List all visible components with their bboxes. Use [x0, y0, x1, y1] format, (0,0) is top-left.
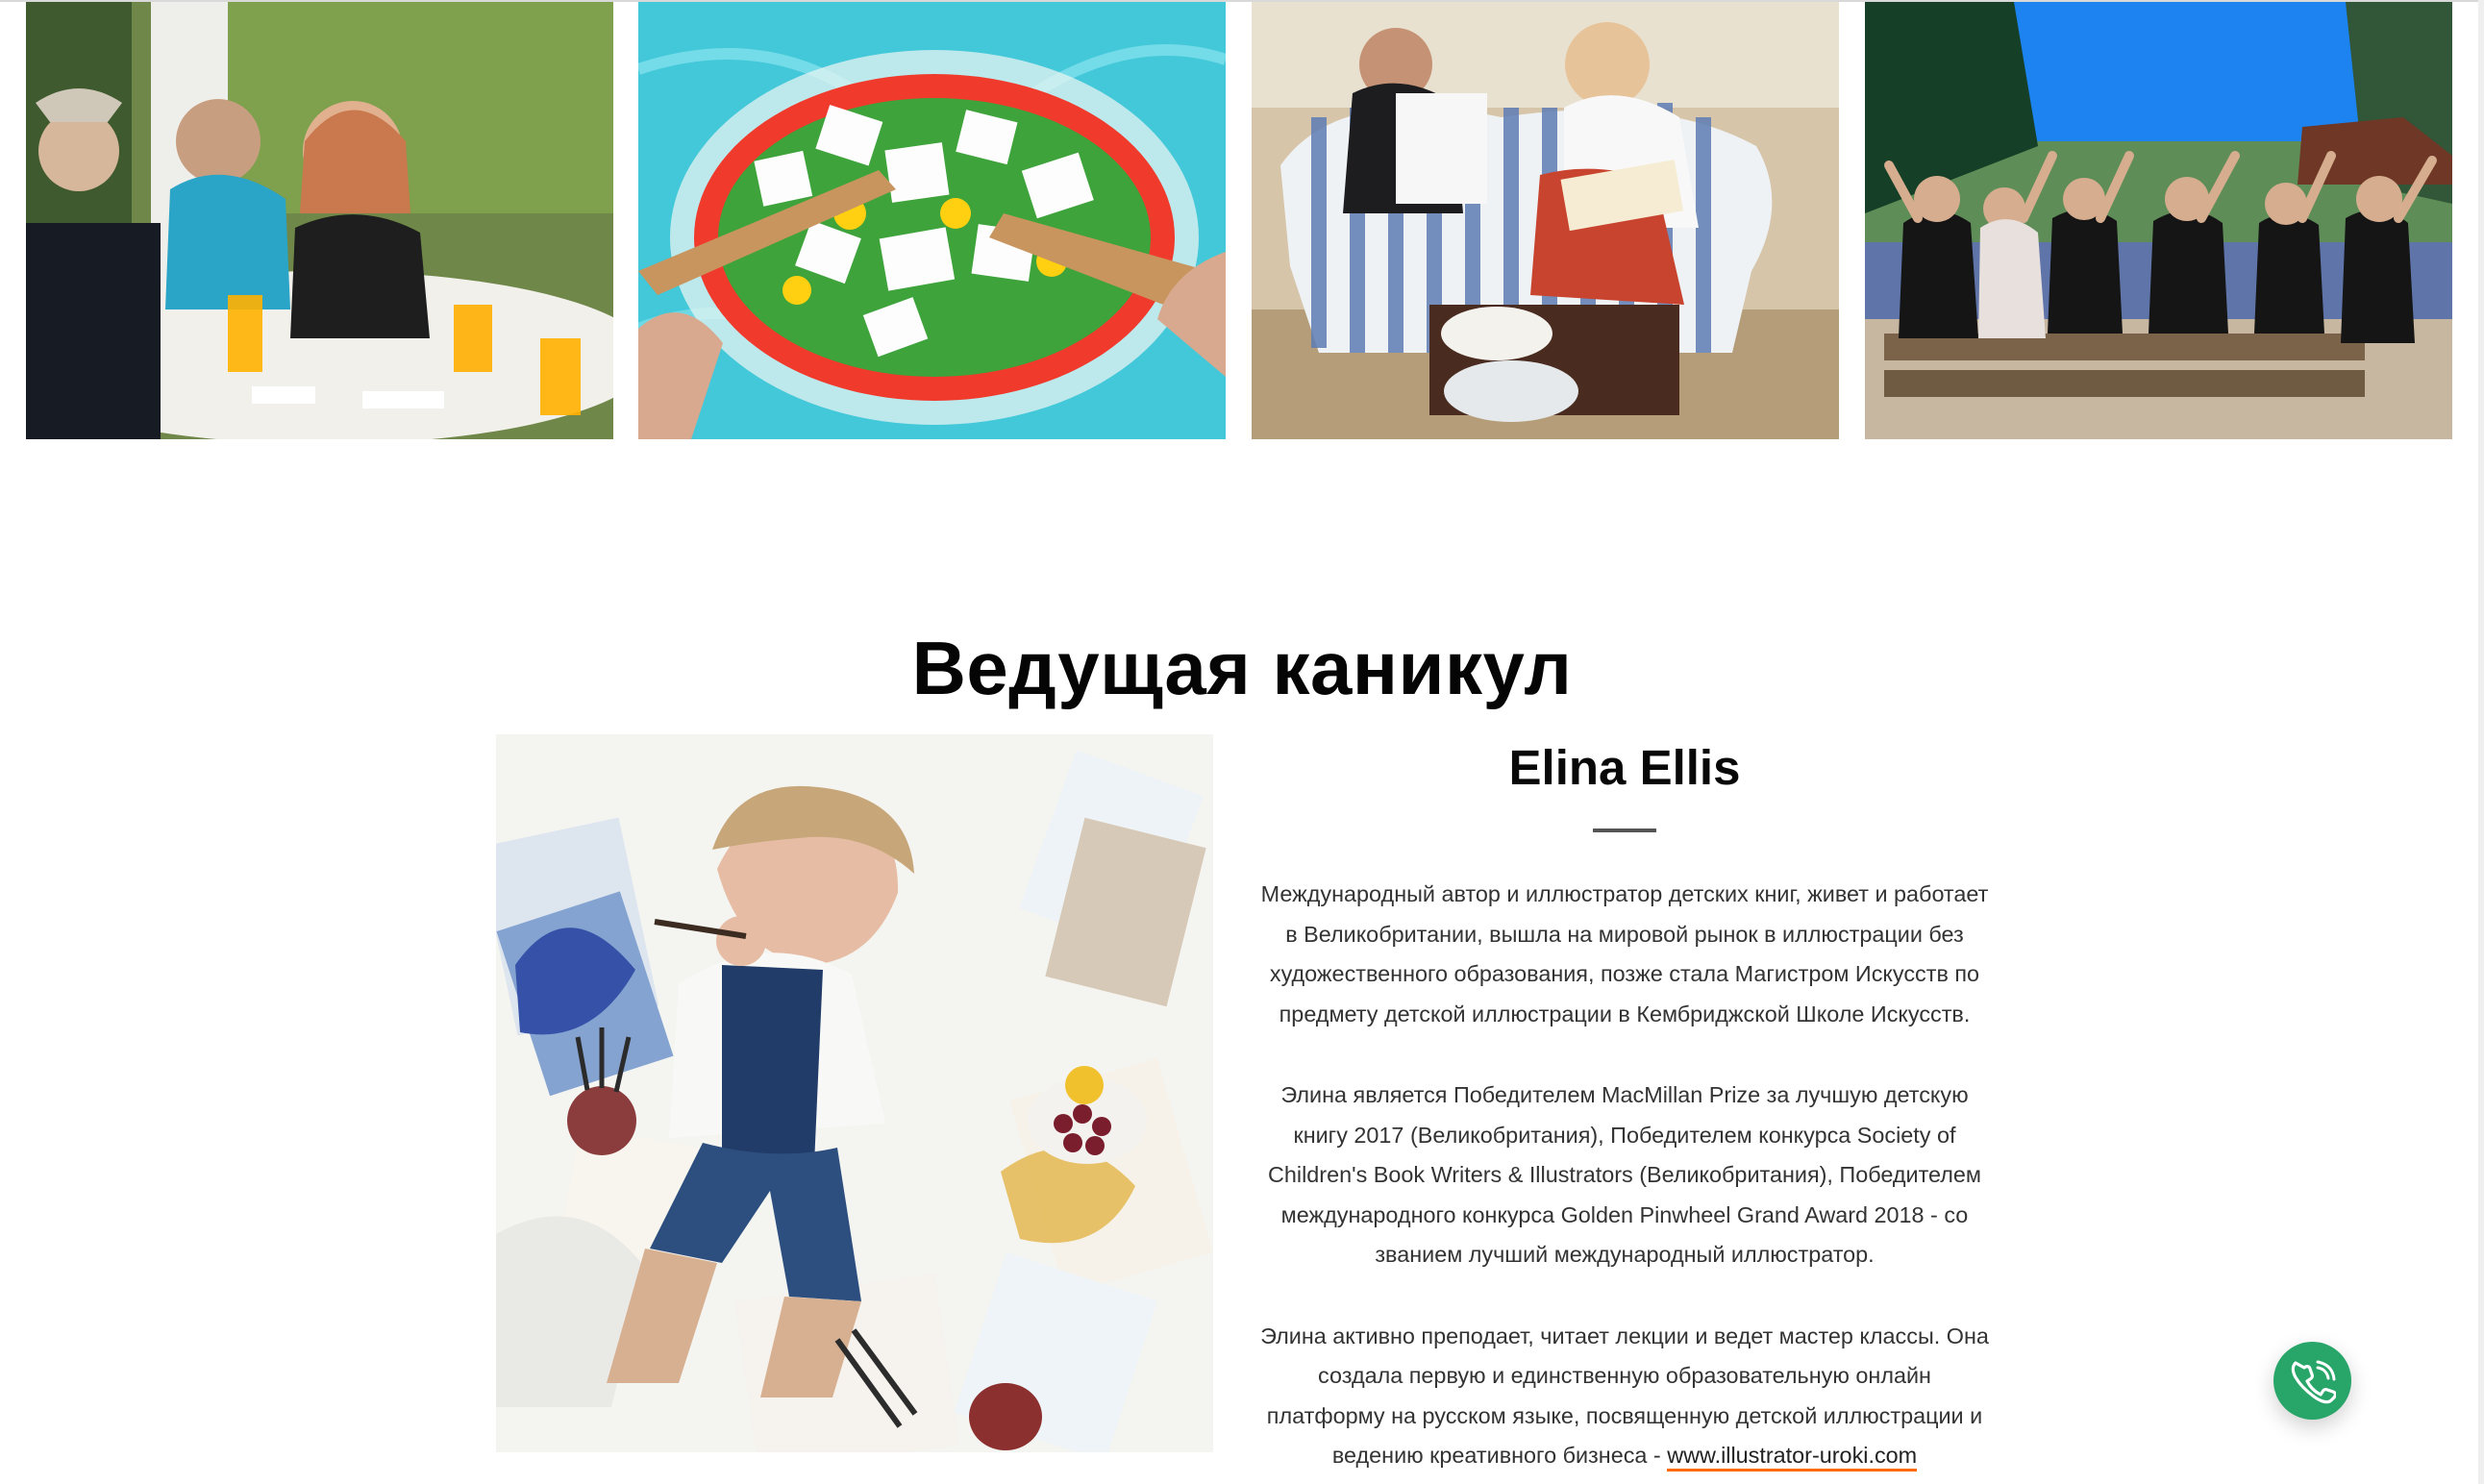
- phone-icon: [2291, 1360, 2336, 1403]
- bio-paragraph-3: Элина активно преподает, читает лекции и…: [1259, 1317, 1990, 1476]
- host-bio: Elina Ellis Международный автор и иллюст…: [1259, 734, 1990, 1484]
- bio-paragraph-1: Международный автор и иллюстратор детски…: [1260, 881, 1989, 1026]
- scrollbar[interactable]: [2478, 0, 2484, 1484]
- landing-page: Ведущая каникул Elina Ellis Международны…: [0, 0, 2484, 1484]
- call-button[interactable]: [2273, 1342, 2351, 1420]
- host-portrait-photo: [496, 734, 1213, 1452]
- photo-gallery: [26, 2, 2453, 439]
- website-link[interactable]: www.illustrator-uroki.com: [1667, 1443, 1918, 1472]
- section-title: Ведущая каникул: [911, 626, 1573, 711]
- bio-paragraph-2: Элина является Победителем MacMillan Pri…: [1268, 1082, 1981, 1267]
- sketching-on-sofa-photo: [1252, 2, 1839, 439]
- group-breakfast-photo: [26, 2, 613, 439]
- group-outdoor-photo: [1865, 2, 2452, 439]
- name-divider: [1593, 829, 1656, 832]
- host-name: Elina Ellis: [1508, 740, 1741, 795]
- greek-salad-photo: [638, 2, 1226, 439]
